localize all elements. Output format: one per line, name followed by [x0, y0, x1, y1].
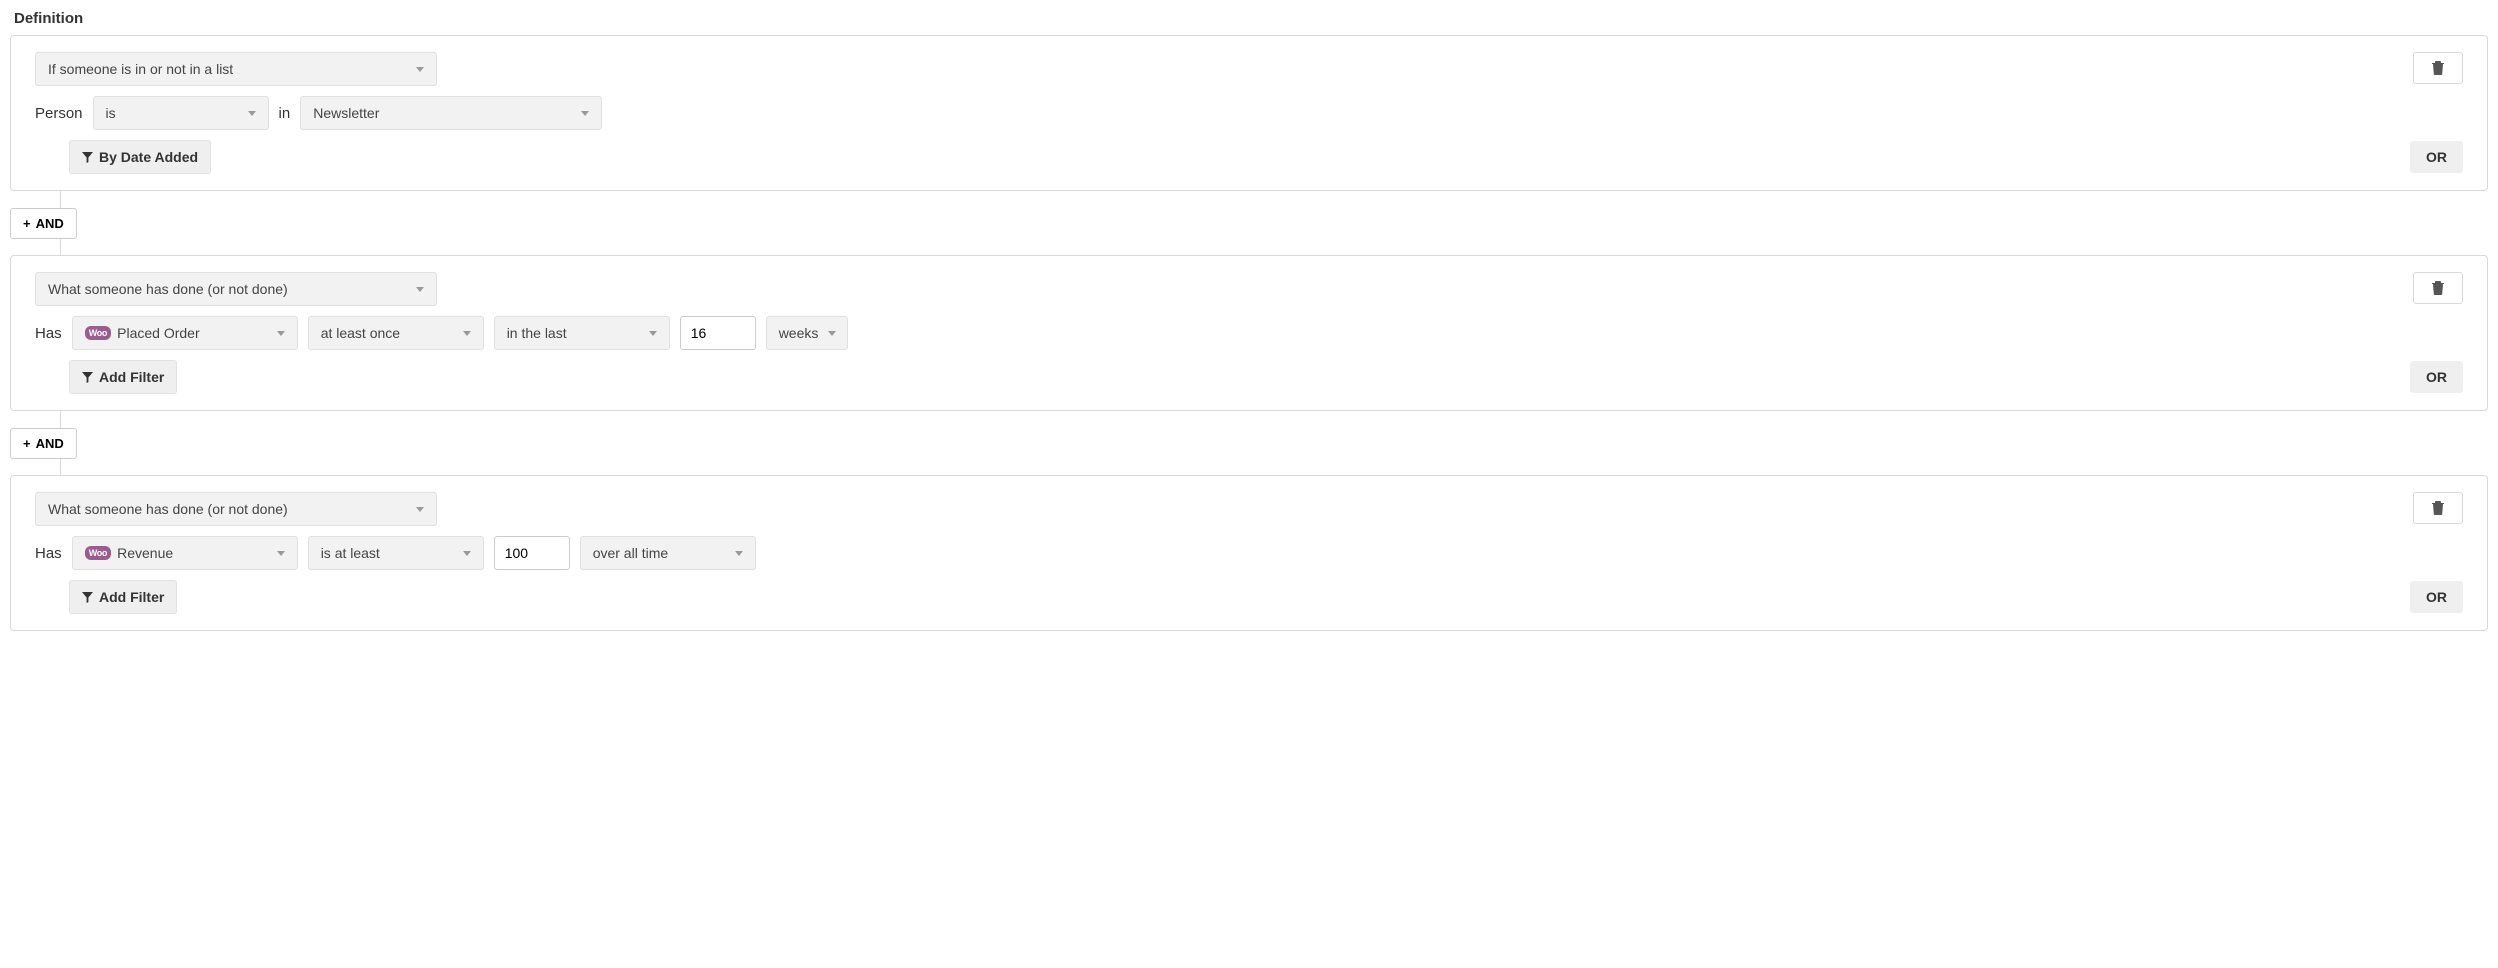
chevron-down-icon: [735, 551, 743, 556]
unit-value: weeks: [779, 325, 819, 341]
rule-block-3: What someone has done (or not done) Has …: [10, 475, 2488, 631]
by-date-added-button[interactable]: By Date Added: [69, 140, 211, 174]
metric-value: Placed Order: [117, 325, 199, 341]
condition-value: If someone is in or not in a list: [48, 61, 233, 77]
chevron-down-icon: [416, 67, 424, 72]
chevron-down-icon: [828, 331, 836, 336]
comparator-select[interactable]: is at least: [308, 536, 484, 570]
add-filter-button[interactable]: Add Filter: [69, 580, 177, 614]
plus-icon: +: [23, 436, 31, 451]
has-label: Has: [35, 325, 62, 342]
person-op-select[interactable]: is: [93, 96, 269, 130]
rule-block-1: If someone is in or not in a list Person…: [10, 35, 2488, 191]
delete-rule-button[interactable]: [2413, 492, 2463, 524]
metric-select[interactable]: Woo Placed Order: [72, 316, 298, 350]
or-button[interactable]: OR: [2410, 581, 2463, 613]
trash-icon: [2432, 501, 2444, 515]
has-label: Has: [35, 545, 62, 562]
condition-value: What someone has done (or not done): [48, 501, 288, 517]
metric-value: Revenue: [117, 545, 173, 561]
delete-rule-button[interactable]: [2413, 52, 2463, 84]
chevron-down-icon: [463, 331, 471, 336]
metric-select[interactable]: Woo Revenue: [72, 536, 298, 570]
chevron-down-icon: [463, 551, 471, 556]
woo-badge-icon: Woo: [85, 326, 111, 340]
value-input[interactable]: [494, 536, 570, 570]
section-title: Definition: [10, 10, 2488, 27]
frequency-value: at least once: [321, 325, 400, 341]
chevron-down-icon: [581, 111, 589, 116]
filter-icon: [82, 372, 93, 383]
comparator-value: is at least: [321, 545, 380, 561]
by-date-added-label: By Date Added: [99, 149, 198, 165]
timeframe-value: in the last: [507, 325, 567, 341]
person-label: Person: [35, 105, 83, 122]
filter-icon: [82, 592, 93, 603]
unit-select[interactable]: weeks: [766, 316, 848, 350]
timeframe-select[interactable]: in the last: [494, 316, 670, 350]
and-label: AND: [36, 436, 64, 451]
list-select[interactable]: Newsletter: [300, 96, 602, 130]
woo-badge-icon: Woo: [85, 546, 111, 560]
filter-icon: [82, 152, 93, 163]
chevron-down-icon: [277, 551, 285, 556]
count-input[interactable]: [680, 316, 756, 350]
chevron-down-icon: [277, 331, 285, 336]
person-op-value: is: [106, 105, 116, 121]
add-filter-button[interactable]: Add Filter: [69, 360, 177, 394]
add-filter-label: Add Filter: [99, 589, 164, 605]
condition-select[interactable]: If someone is in or not in a list: [35, 52, 437, 86]
or-button[interactable]: OR: [2410, 361, 2463, 393]
chevron-down-icon: [416, 287, 424, 292]
condition-value: What someone has done (or not done): [48, 281, 288, 297]
chevron-down-icon: [416, 507, 424, 512]
trash-icon: [2432, 61, 2444, 75]
or-button[interactable]: OR: [2410, 141, 2463, 173]
chevron-down-icon: [248, 111, 256, 116]
condition-select[interactable]: What someone has done (or not done): [35, 272, 437, 306]
trash-icon: [2432, 281, 2444, 295]
connector-2: + AND: [10, 411, 2488, 475]
timeframe-value: over all time: [593, 545, 668, 561]
connector-1: + AND: [10, 191, 2488, 255]
timeframe-select[interactable]: over all time: [580, 536, 756, 570]
rule-block-2: What someone has done (or not done) Has …: [10, 255, 2488, 411]
list-value: Newsletter: [313, 105, 379, 121]
delete-rule-button[interactable]: [2413, 272, 2463, 304]
and-button-2[interactable]: + AND: [10, 428, 77, 459]
and-label: AND: [36, 216, 64, 231]
chevron-down-icon: [649, 331, 657, 336]
frequency-select[interactable]: at least once: [308, 316, 484, 350]
condition-select[interactable]: What someone has done (or not done): [35, 492, 437, 526]
plus-icon: +: [23, 216, 31, 231]
add-filter-label: Add Filter: [99, 369, 164, 385]
and-button-1[interactable]: + AND: [10, 208, 77, 239]
in-label: in: [279, 105, 291, 122]
